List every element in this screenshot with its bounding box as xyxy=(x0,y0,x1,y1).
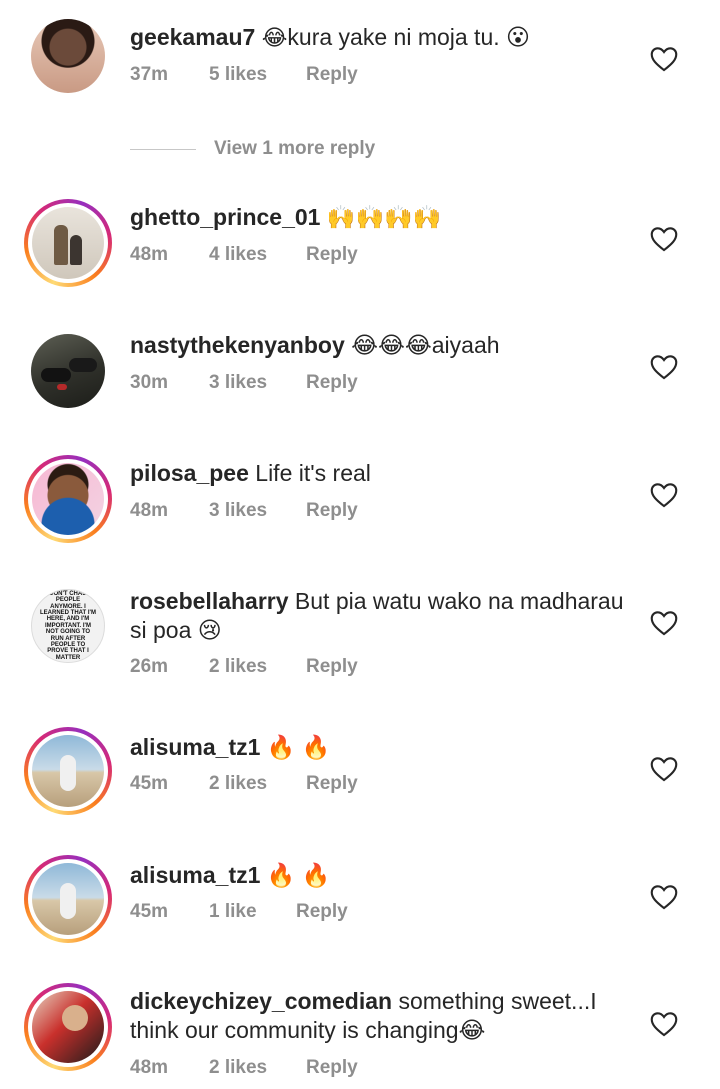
timestamp: 48m xyxy=(130,244,169,265)
comment-text: ghetto_prince_01 🙌🙌🙌🙌 xyxy=(130,203,640,232)
heart-icon[interactable] xyxy=(650,482,678,508)
likes-count[interactable]: 2 likes xyxy=(209,773,267,795)
heart-icon[interactable] xyxy=(650,226,678,252)
timestamp: 45m xyxy=(130,773,169,794)
avatar[interactable] xyxy=(24,455,112,543)
view-more-label[interactable]: View 1 more reply xyxy=(214,138,375,160)
avatar[interactable] xyxy=(30,18,106,94)
comment-text: rosebellaharry But pia watu wako na madh… xyxy=(130,587,640,645)
likes-count[interactable]: 2 likes xyxy=(209,656,267,678)
comment-body: 😂😂😂aiyaah xyxy=(351,332,500,358)
comment-text: dickeychizey_comedian something sweet...… xyxy=(130,987,640,1045)
username[interactable]: geekamau7 xyxy=(130,24,255,50)
heart-icon[interactable] xyxy=(650,884,678,910)
likes-count[interactable]: 3 likes xyxy=(209,500,267,522)
avatar[interactable] xyxy=(24,983,112,1071)
avatar[interactable] xyxy=(24,855,112,943)
reply-button[interactable]: Reply xyxy=(306,64,358,86)
avatar[interactable]: I DON'T CHASE PEOPLE ANYMORE. I LEARNED … xyxy=(30,588,106,664)
comment-text: alisuma_tz1 🔥 🔥 xyxy=(130,733,640,762)
username[interactable]: pilosa_pee xyxy=(130,460,249,486)
timestamp: 48m xyxy=(130,500,169,521)
avatar-quote-text: I DON'T CHASE PEOPLE ANYMORE. I LEARNED … xyxy=(40,590,96,661)
reply-button[interactable]: Reply xyxy=(296,901,348,923)
username[interactable]: alisuma_tz1 xyxy=(130,734,260,760)
username[interactable]: nastythekenyanboy xyxy=(130,332,345,358)
avatar[interactable] xyxy=(24,727,112,815)
likes-count[interactable]: 1 like xyxy=(209,901,257,923)
comment-text: geekamau7 😂kura yake ni moja tu. 😮 xyxy=(130,23,640,52)
comment-text: pilosa_pee Life it's real xyxy=(130,459,640,488)
heart-icon[interactable] xyxy=(650,1011,678,1037)
heart-icon[interactable] xyxy=(650,46,678,72)
heart-icon[interactable] xyxy=(650,756,678,782)
likes-count[interactable]: 5 likes xyxy=(209,64,267,86)
timestamp: 48m xyxy=(130,1057,169,1078)
likes-count[interactable]: 4 likes xyxy=(209,244,267,266)
username[interactable]: dickeychizey_comedian xyxy=(130,988,392,1014)
heart-icon[interactable] xyxy=(650,610,678,636)
likes-count[interactable]: 2 likes xyxy=(209,1057,267,1079)
reply-button[interactable]: Reply xyxy=(306,1057,358,1079)
divider xyxy=(130,148,196,150)
comment-body: Life it's real xyxy=(255,460,371,486)
username[interactable]: alisuma_tz1 xyxy=(130,862,260,888)
reply-button[interactable]: Reply xyxy=(306,656,358,678)
avatar[interactable] xyxy=(24,199,112,287)
timestamp: 45m xyxy=(130,901,169,922)
comment-body: kura yake ni moja tu. 😮 xyxy=(287,24,530,50)
timestamp: 26m xyxy=(130,656,169,677)
timestamp: 37m xyxy=(130,64,169,85)
username[interactable]: rosebellaharry xyxy=(130,588,289,614)
avatar[interactable] xyxy=(30,333,106,409)
username[interactable]: ghetto_prince_01 xyxy=(130,204,320,230)
heart-icon[interactable] xyxy=(650,354,678,380)
emoji: 😂 xyxy=(261,25,288,50)
comment-body: 🔥 🔥 xyxy=(266,862,331,888)
comment-body: 🙌🙌🙌🙌 xyxy=(326,204,442,230)
comment-text: alisuma_tz1 🔥 🔥 xyxy=(130,861,640,890)
comment-body: 🔥 🔥 xyxy=(266,734,331,760)
view-more-replies[interactable]: View 1 more reply xyxy=(130,138,375,160)
timestamp: 30m xyxy=(130,372,169,393)
reply-button[interactable]: Reply xyxy=(306,372,358,394)
reply-button[interactable]: Reply xyxy=(306,500,358,522)
reply-button[interactable]: Reply xyxy=(306,773,358,795)
likes-count[interactable]: 3 likes xyxy=(209,372,267,394)
comment-text: nastythekenyanboy 😂😂😂aiyaah xyxy=(130,331,640,360)
reply-button[interactable]: Reply xyxy=(306,244,358,266)
